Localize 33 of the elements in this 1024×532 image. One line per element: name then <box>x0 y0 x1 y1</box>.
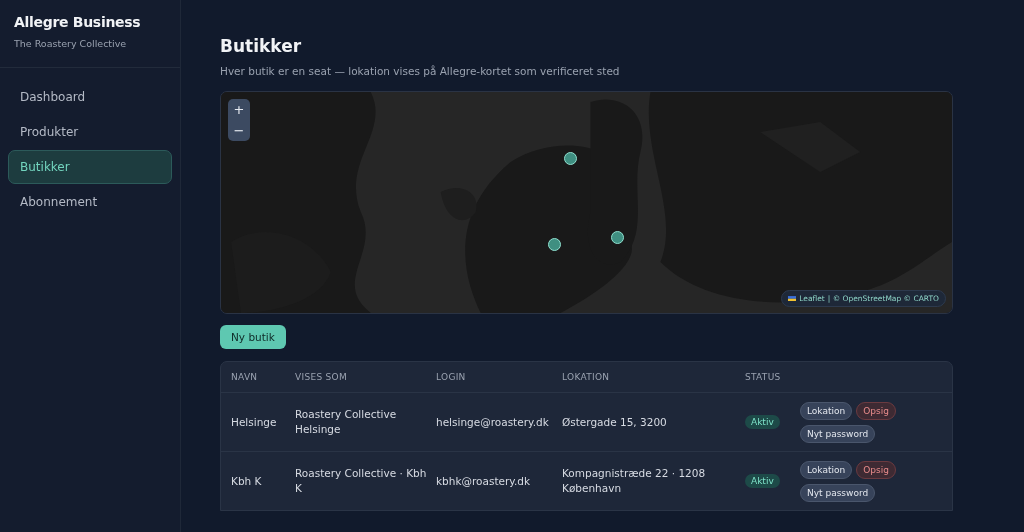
column-header: LOKATION <box>562 370 611 384</box>
nav-item[interactable]: Produkter <box>8 115 172 149</box>
action-button[interactable]: Opsig <box>856 460 896 479</box>
page-title: Butikker <box>220 36 303 56</box>
brand-name: Allegre Business <box>14 14 142 30</box>
action-button[interactable]: Nyt password <box>800 424 876 443</box>
column-header: STATUS <box>745 370 782 384</box>
column-header: NAVN <box>231 370 259 384</box>
action-button[interactable]: Lokation <box>800 401 853 420</box>
action-button[interactable]: Opsig <box>856 401 896 420</box>
nav-item[interactable]: Abonnement <box>8 185 172 219</box>
table-cell: Roastery Collective Helsinge <box>295 408 397 435</box>
status-badge: Aktiv <box>745 415 780 429</box>
column-header: LOGIN <box>436 370 467 384</box>
nav-item[interactable]: Dashboard <box>8 80 172 114</box>
table-cell: Helsinge <box>231 415 277 428</box>
flag-icon <box>788 295 797 302</box>
organization-name: The Roastery Collective <box>14 38 128 49</box>
page-subtitle: Hver butik er en seat — lokation vises på Allegre-kortet som verificeret sted <box>220 65 621 77</box>
new-store-button[interactable]: Ny butik <box>220 325 286 349</box>
zoom-in-button[interactable]: + <box>228 99 250 120</box>
zoom-out-button[interactable]: − <box>228 120 250 141</box>
action-button[interactable]: Lokation <box>800 460 853 479</box>
table-cell: helsinge@roastery.dk <box>436 415 549 428</box>
table-cell: kbhk@roastery.dk <box>436 474 531 487</box>
table-cell: Roastery Collective · Kbh K <box>295 467 427 494</box>
table-cell: Kompagnistræde 22 · 1208 København <box>562 467 706 494</box>
column-header: VISES SOM <box>295 370 349 384</box>
action-button[interactable]: Nyt password <box>800 483 876 502</box>
table-cell: Kbh K <box>231 474 262 487</box>
nav-item[interactable]: Butikker <box>8 150 172 184</box>
table-cell: Østergade 15, 3200 <box>562 415 667 428</box>
status-badge: Aktiv <box>745 474 780 488</box>
